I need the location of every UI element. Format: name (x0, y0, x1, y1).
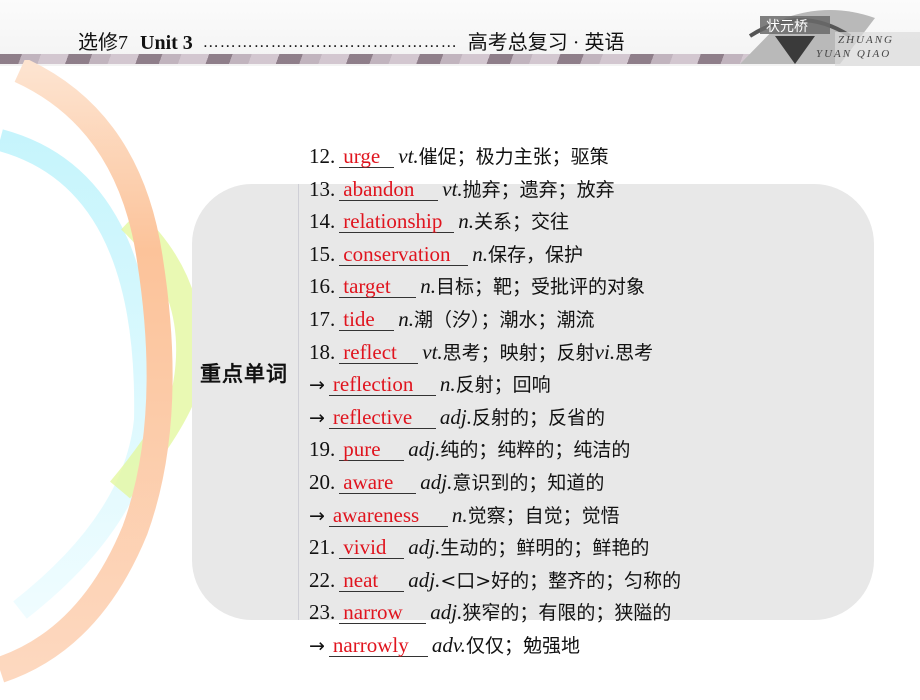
logo-text-line2: YUAN QIAO (816, 48, 892, 60)
part-of-speech: n. (439, 372, 456, 397)
part-of-speech: n. (420, 274, 436, 299)
dot-leader: ……………………………………… (202, 34, 458, 51)
answer-blank: conservation (339, 243, 469, 266)
item-number: 16. (309, 274, 336, 299)
answer-blank: awareness (328, 504, 448, 527)
vocab-item: 21. vivid adj. 生动的；鲜明的；鲜艳的 (309, 533, 681, 566)
answer-blank: neat (339, 569, 405, 592)
answer-blank: pure (339, 438, 405, 462)
part-of-speech: adj. (408, 567, 441, 592)
part-of-speech: n. (398, 306, 414, 331)
answer-blank: tide (339, 308, 395, 331)
arrow-icon: → (309, 374, 325, 397)
arrow-icon: → (309, 406, 325, 429)
part-of-speech: n. (458, 209, 474, 234)
definition: 目标；靶；受批评的对象 (436, 276, 646, 299)
definition: 催促；极力主张；驱策 (418, 146, 609, 168)
vocab-item: 17. tide n. 潮（汐）；潮水；潮流 (309, 305, 681, 338)
vocab-item: 16. target n. 目标；靶；受批评的对象 (309, 272, 681, 305)
vocab-item: → narrowly adv. 仅仅；勉强地 (309, 631, 681, 664)
item-number: 12. (309, 144, 336, 168)
vocab-item: → reflection n. 反射；回响 (309, 370, 681, 403)
arrow-icon: → (309, 634, 325, 657)
vocab-item: → reflective adj. 反射的；反省的 (309, 403, 681, 436)
vocab-item: 13. abandon vt. 抛弃；遗弃；放弃 (309, 175, 681, 208)
definition: 仅仅；勉强地 (465, 634, 580, 657)
answer-blank: abandon (339, 178, 439, 201)
definition: 保存，保护 (488, 243, 584, 266)
section-label: 重点单词 (200, 362, 288, 386)
definition-secondary: 思考 (615, 341, 654, 364)
answer-blank: vivid (339, 536, 405, 560)
vocab-item: → awareness n. 觉察；自觉；觉悟 (309, 501, 681, 534)
answer-blank: reflection (328, 373, 436, 397)
definition: 生动的；鲜明的；鲜艳的 (440, 537, 650, 560)
part-of-speech: vt. (422, 339, 443, 364)
vocab-item: 20. aware adj. 意识到的；知道的 (309, 468, 681, 501)
answer-blank: relationship (339, 210, 455, 234)
vocab-item: 12. urge vt. 催促；极力主张；驱策 (309, 142, 681, 175)
part-of-speech: adj. (420, 469, 453, 494)
item-number: 18. (309, 339, 336, 364)
answer-blank: reflective (328, 406, 436, 429)
item-number: 21. (309, 535, 336, 560)
definition: 意识到的；知道的 (452, 471, 605, 494)
item-number: 23. (309, 600, 336, 625)
vocab-item: 15. conservation n. 保存，保护 (309, 240, 681, 273)
part-of-speech: adj. (408, 535, 441, 560)
part-of-speech: adj. (430, 600, 463, 625)
item-number: 14. (309, 209, 336, 234)
part-of-speech: n. (451, 502, 468, 527)
svg-text:状元桥: 状元桥 (766, 19, 808, 35)
item-number: 13. (309, 176, 336, 201)
answer-blank: narrowly (328, 634, 428, 657)
part-of-speech: vt. (442, 176, 463, 201)
definition: 狭窄的；有限的；狭隘的 (462, 602, 672, 625)
part-of-speech: vt. (398, 144, 419, 168)
item-number: 22. (309, 567, 336, 592)
item-number: 17. (309, 306, 336, 331)
vocab-item: 22. neat adj. <口>好的；整齐的；匀称的 (309, 566, 681, 599)
vocab-item: 14. relationship n. 关系；交往 (309, 207, 681, 240)
unit-label: Unit 3 (140, 32, 193, 54)
vocab-item: 19. pure adj. 纯的；纯粹的；纯洁的 (309, 435, 681, 468)
answer-blank: target (339, 275, 417, 299)
vocab-item: 18. reflect vt. 思考；映射；反射 vi. 思考 (309, 338, 681, 371)
vocab-item: 23. narrow adj. 狭窄的；有限的；狭隘的 (309, 598, 681, 631)
definition: 关系；交往 (474, 211, 570, 234)
part-of-speech: adj. (439, 404, 473, 429)
definition: 觉察；自觉；觉悟 (467, 504, 620, 527)
item-number: 15. (309, 241, 336, 266)
definition: 反射；回响 (455, 374, 551, 397)
arrow-icon: → (309, 504, 325, 527)
answer-blank: reflect (339, 341, 419, 364)
vocab-list: 12. urge vt. 催促；极力主张；驱策 13. abandon vt. 抛弃；遗弃；… (309, 142, 681, 664)
part-of-speech: adj. (408, 437, 441, 462)
definition: 反射的；反省的 (472, 406, 606, 429)
definition: <口>好的；整齐的；匀称的 (440, 569, 682, 592)
header-title: 选修7 Unit 3 ……………………………………… 高考总复习 · 英语 (78, 26, 624, 55)
logo-text-line1: ZHUANG (838, 34, 895, 46)
slide-header: 选修7 Unit 3 ……………………………………… 高考总复习 · 英语 状元… (0, 0, 920, 66)
definition: 纯的；纯粹的；纯洁的 (440, 439, 631, 462)
answer-blank: narrow (339, 601, 427, 625)
part-of-speech-secondary: vi. (594, 339, 616, 364)
part-of-speech: adv. (431, 632, 466, 657)
panel-divider (298, 184, 299, 620)
item-number: 20. (309, 469, 336, 494)
item-number: 19. (309, 437, 336, 462)
book-title: 高考总复习 · 英语 (467, 32, 625, 54)
course-label: 选修7 (78, 32, 128, 54)
definition: 潮（汐）；潮水；潮流 (414, 308, 595, 331)
answer-blank: urge (339, 145, 395, 168)
part-of-speech: n. (472, 241, 488, 266)
answer-blank: aware (339, 471, 417, 494)
definition: 思考；映射；反射 (442, 341, 595, 364)
definition: 抛弃；遗弃；放弃 (462, 178, 615, 201)
